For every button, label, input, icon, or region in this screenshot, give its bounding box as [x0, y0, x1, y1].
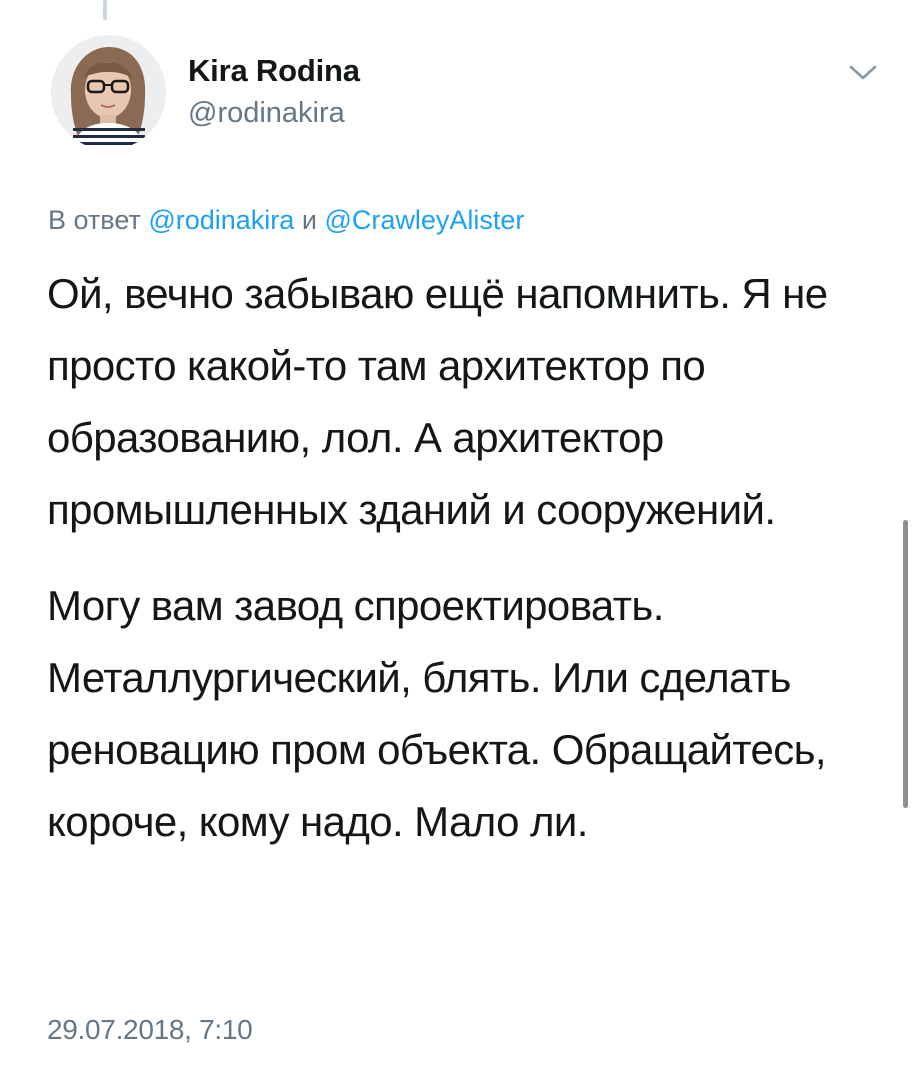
tweet-timestamp[interactable]: 29.07.2018, 7:10 [47, 1012, 253, 1048]
reply-prefix: В ответ [48, 205, 141, 235]
scrollbar[interactable] [903, 520, 908, 808]
profile-photo [51, 35, 166, 150]
author-info[interactable]: Kira Rodina @rodinakira [188, 52, 360, 132]
avatar[interactable] [51, 35, 166, 150]
tweet-paragraph: Могу вам завод спроектировать. Металлург… [47, 582, 827, 845]
chevron-down-icon[interactable] [846, 60, 880, 84]
reply-conjunction: и [301, 205, 317, 235]
thread-connector-line [103, 0, 107, 20]
author-display-name[interactable]: Kira Rodina [188, 52, 360, 90]
tweet-paragraph: Ой, вечно забываю ещё напомнить. Я не пр… [47, 270, 828, 533]
author-handle[interactable]: @rodinakira [188, 94, 360, 132]
reply-mention-rodinakira[interactable]: @rodinakira [148, 205, 294, 235]
tweet-body: Ой, вечно забываю ещё напомнить. Я не пр… [47, 258, 897, 858]
reply-context: В ответ @rodinakira и @CrawleyAlister [48, 202, 524, 238]
reply-mention-crawleyalister[interactable]: @CrawleyAlister [324, 205, 524, 235]
